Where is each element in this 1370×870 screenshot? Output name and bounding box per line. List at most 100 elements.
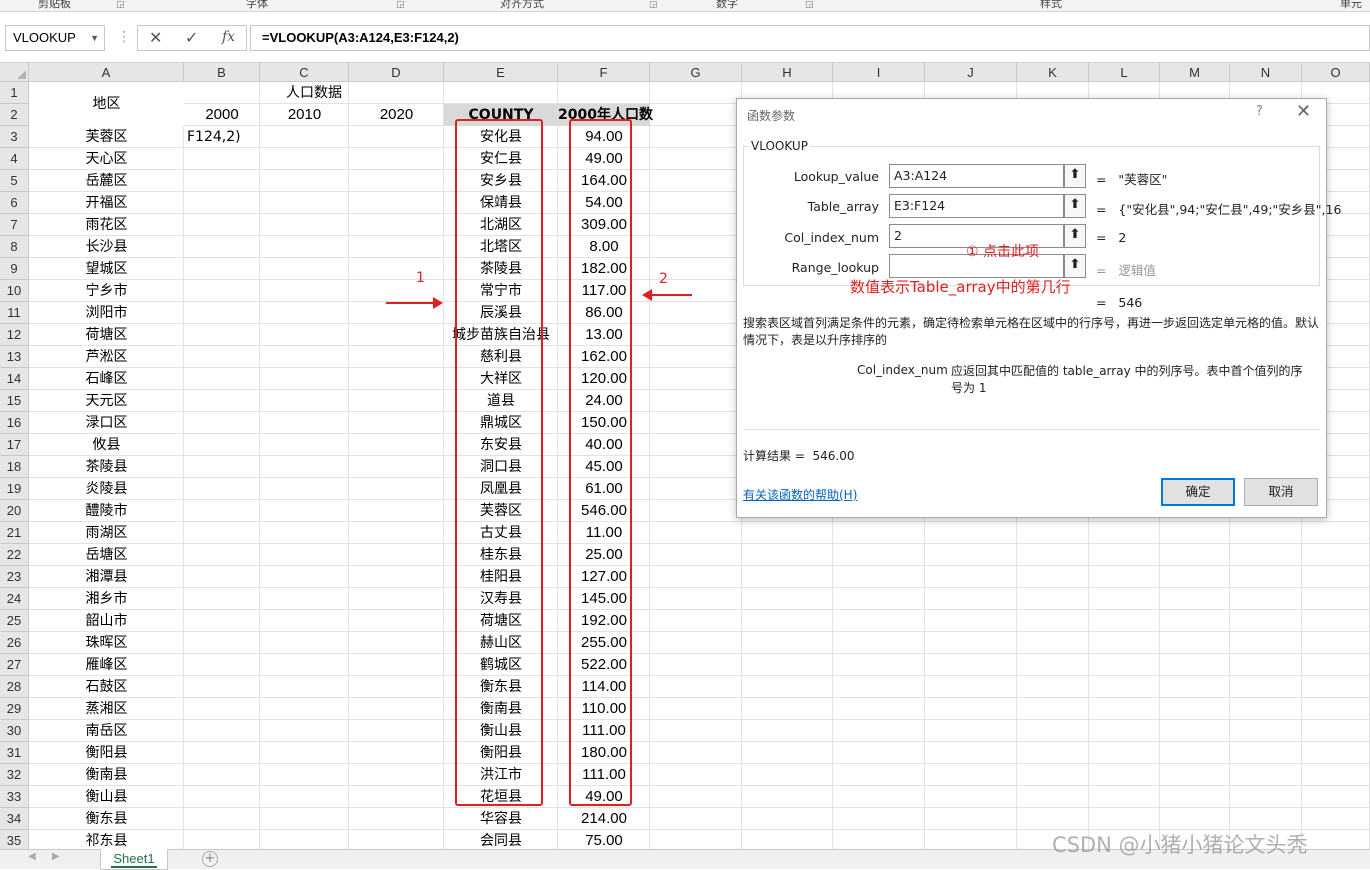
district-cell[interactable]: 岳麓区	[29, 170, 184, 192]
next-sheet-icon[interactable]: ▶	[52, 851, 60, 862]
cancel-icon[interactable]: ✕	[149, 28, 162, 47]
district-cell[interactable]: 祁东县	[29, 830, 184, 849]
row-header[interactable]: 25	[0, 610, 29, 632]
font-launcher-icon[interactable]: ◲	[396, 0, 405, 10]
ref-select-icon[interactable]: ⬆	[1064, 194, 1086, 218]
district-cell[interactable]: 石峰区	[29, 368, 184, 390]
select-all-corner[interactable]	[0, 63, 29, 82]
alignment-launcher-icon[interactable]: ◲	[649, 0, 658, 10]
row-header[interactable]: 20	[0, 500, 29, 522]
county-cell[interactable]: 华容县	[444, 808, 558, 830]
table-array-input[interactable]: E3:F124	[889, 194, 1064, 218]
row-header[interactable]: 23	[0, 566, 29, 588]
row-header[interactable]: 34	[0, 808, 29, 830]
pop2000-cell[interactable]: 214.00	[558, 808, 650, 830]
district-cell[interactable]: 珠晖区	[29, 632, 184, 654]
help-icon[interactable]: ?	[1256, 104, 1263, 119]
column-header-o[interactable]: O	[1302, 63, 1370, 82]
number-launcher-icon[interactable]: ◲	[805, 0, 814, 10]
cell-d2-year[interactable]: 2020	[349, 104, 444, 126]
district-cell[interactable]: 雨花区	[29, 214, 184, 236]
district-cell[interactable]: 衡山县	[29, 786, 184, 808]
column-header-j[interactable]: J	[925, 63, 1017, 82]
row-header[interactable]: 7	[0, 214, 29, 236]
district-cell[interactable]: 醴陵市	[29, 500, 184, 522]
district-cell[interactable]: 岳塘区	[29, 544, 184, 566]
formula-input[interactable]: =VLOOKUP(A3:A124,E3:F124,2)	[250, 25, 1370, 51]
district-cell[interactable]: 韶山市	[29, 610, 184, 632]
district-cell[interactable]: 荷塘区	[29, 324, 184, 346]
row-header[interactable]: 16	[0, 412, 29, 434]
chevron-down-icon[interactable]: ▼	[90, 26, 99, 50]
district-cell[interactable]: 蒸湘区	[29, 698, 184, 720]
district-cell[interactable]: 湘潭县	[29, 566, 184, 588]
row-header[interactable]: 35	[0, 830, 29, 849]
cell-c2-year[interactable]: 2010	[260, 104, 349, 126]
row-header[interactable]: 28	[0, 676, 29, 698]
enter-icon[interactable]: ✓	[185, 28, 198, 47]
column-header-e[interactable]: E	[444, 63, 558, 82]
ok-button[interactable]: 确定	[1161, 478, 1235, 506]
pop2000-cell[interactable]: 75.00	[558, 830, 650, 849]
row-header[interactable]: 15	[0, 390, 29, 412]
district-cell[interactable]: 浏阳市	[29, 302, 184, 324]
formula-bar-grip-icon[interactable]: ⋮	[117, 25, 131, 49]
row-header[interactable]: 3	[0, 126, 29, 148]
close-icon[interactable]: ✕	[1296, 101, 1311, 122]
cell-b1-population-header[interactable]: 人口数据	[184, 82, 444, 104]
column-header-f[interactable]: F	[558, 63, 650, 82]
ref-select-icon[interactable]: ⬆	[1064, 224, 1086, 248]
district-cell[interactable]: 长沙县	[29, 236, 184, 258]
row-header[interactable]: 21	[0, 522, 29, 544]
district-cell[interactable]: 宁乡市	[29, 280, 184, 302]
column-header-h[interactable]: H	[742, 63, 833, 82]
row-header[interactable]: 12	[0, 324, 29, 346]
district-cell[interactable]: 茶陵县	[29, 456, 184, 478]
row-header[interactable]: 24	[0, 588, 29, 610]
district-cell[interactable]: 湘乡市	[29, 588, 184, 610]
row-header[interactable]: 30	[0, 720, 29, 742]
district-cell[interactable]: 衡东县	[29, 808, 184, 830]
row-header[interactable]: 17	[0, 434, 29, 456]
ref-select-icon[interactable]: ⬆	[1064, 254, 1086, 278]
row-header[interactable]: 10	[0, 280, 29, 302]
district-cell[interactable]: 天心区	[29, 148, 184, 170]
district-cell[interactable]: 攸县	[29, 434, 184, 456]
cell-b2-year[interactable]: 2000	[184, 104, 260, 126]
row-header[interactable]: 13	[0, 346, 29, 368]
district-cell[interactable]: 炎陵县	[29, 478, 184, 500]
cell-b3-editing[interactable]: F124,2)	[187, 126, 259, 148]
district-cell[interactable]: 渌口区	[29, 412, 184, 434]
district-cell[interactable]: 开福区	[29, 192, 184, 214]
column-header-k[interactable]: K	[1017, 63, 1089, 82]
district-cell[interactable]: 芙蓉区	[29, 126, 184, 148]
district-cell[interactable]: 衡南县	[29, 764, 184, 786]
name-box[interactable]: VLOOKUP ▼	[5, 25, 105, 51]
insert-function-icon[interactable]: fx	[222, 29, 235, 45]
column-header-l[interactable]: L	[1089, 63, 1160, 82]
district-cell[interactable]: 雨湖区	[29, 522, 184, 544]
district-cell[interactable]: 南岳区	[29, 720, 184, 742]
column-header-i[interactable]: I	[833, 63, 925, 82]
row-header[interactable]: 29	[0, 698, 29, 720]
column-header-c[interactable]: C	[260, 63, 349, 82]
column-header-n[interactable]: N	[1230, 63, 1302, 82]
row-header[interactable]: 22	[0, 544, 29, 566]
county-cell[interactable]: 会同县	[444, 830, 558, 849]
district-cell[interactable]: 石鼓区	[29, 676, 184, 698]
row-header[interactable]: 4	[0, 148, 29, 170]
row-header[interactable]: 11	[0, 302, 29, 324]
clipboard-launcher-icon[interactable]: ◲	[116, 0, 125, 10]
district-cell[interactable]: 雁峰区	[29, 654, 184, 676]
district-cell[interactable]: 芦淞区	[29, 346, 184, 368]
row-header[interactable]: 6	[0, 192, 29, 214]
row-header[interactable]: 18	[0, 456, 29, 478]
ref-select-icon[interactable]: ⬆	[1064, 164, 1086, 188]
row-header[interactable]: 33	[0, 786, 29, 808]
prev-sheet-icon[interactable]: ◀	[28, 851, 36, 862]
row-header[interactable]: 19	[0, 478, 29, 500]
district-cell[interactable]: 衡阳县	[29, 742, 184, 764]
row-header[interactable]: 32	[0, 764, 29, 786]
row-header[interactable]: 1	[0, 82, 29, 104]
row-header[interactable]: 27	[0, 654, 29, 676]
